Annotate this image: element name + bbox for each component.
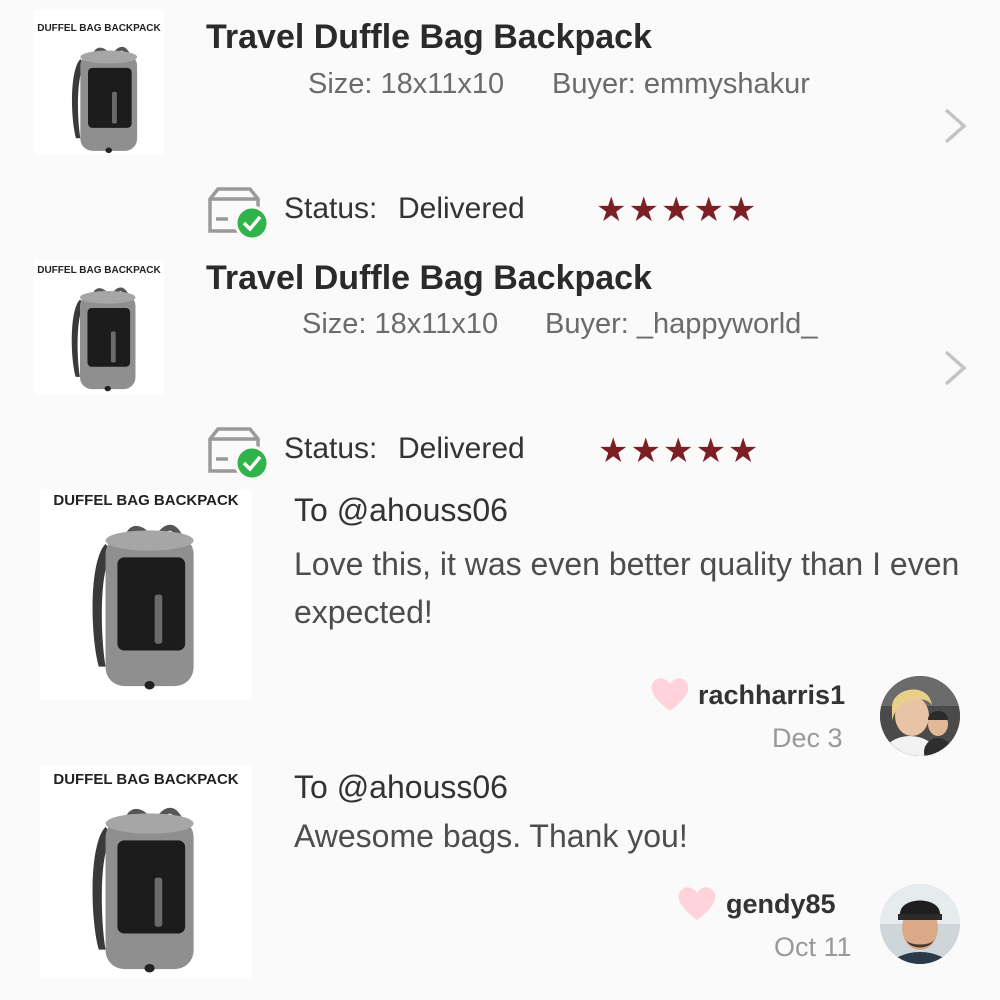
review-product-thumbnail[interactable]: DUFFEL BAG BACKPACK <box>40 490 252 700</box>
delivered-box-icon <box>208 427 270 481</box>
chevron-right-icon[interactable] <box>942 348 968 388</box>
review-message: Awesome bags. Thank you! <box>294 818 688 854</box>
star-rating: ★★★★★ <box>596 191 759 229</box>
review-product-thumbnail[interactable]: DUFFEL BAG BACKPACK <box>40 765 252 978</box>
reviewer-username[interactable]: gendy85 <box>726 889 836 920</box>
reviewer-avatar[interactable] <box>880 884 960 964</box>
chevron-right-icon[interactable] <box>942 106 968 146</box>
star-rating: ★★★★★ <box>598 432 761 470</box>
review-date: Dec 3 <box>772 723 843 753</box>
review-date: Oct 11 <box>774 932 852 962</box>
reviewer-username[interactable]: rachharris1 <box>698 680 845 711</box>
buyer-name: Buyer: _happyworld_ <box>545 308 818 340</box>
status-label: Status: <box>284 192 378 225</box>
heart-icon[interactable] <box>649 675 691 713</box>
backpack-image <box>80 793 220 975</box>
product-size: Size: 18x11x10 <box>302 308 499 340</box>
buyer-name: Buyer: emmyshakur <box>552 68 810 100</box>
status-value: Delivered <box>398 432 525 465</box>
product-title[interactable]: Travel Duffle Bag Backpack <box>206 259 652 298</box>
delivered-box-icon <box>208 187 270 241</box>
review-recipient: To @ahouss06 <box>294 492 508 528</box>
status-label: Status: <box>284 432 378 465</box>
status-value: Delivered <box>398 192 525 225</box>
product-thumbnail[interactable]: DUFFEL BAG BACKPACK <box>34 260 164 395</box>
product-thumbnail[interactable]: DUFFEL BAG BACKPACK <box>34 10 164 155</box>
product-title[interactable]: Travel Duffle Bag Backpack <box>206 18 652 57</box>
backpack-image <box>69 287 138 393</box>
thumbnail-label: DUFFEL BAG BACKPACK <box>37 23 161 34</box>
backpack-image <box>70 46 140 155</box>
backpack-image <box>80 510 220 692</box>
product-size: Size: 18x11x10 <box>308 68 505 100</box>
heart-icon[interactable] <box>676 884 718 922</box>
review-recipient: To @ahouss06 <box>294 769 508 805</box>
thumbnail-label: DUFFEL BAG BACKPACK <box>53 492 239 509</box>
thumbnail-label: DUFFEL BAG BACKPACK <box>53 771 239 788</box>
review-message: Love this, it was even better quality th… <box>294 546 960 630</box>
thumbnail-label: DUFFEL BAG BACKPACK <box>37 265 161 276</box>
reviewer-avatar[interactable] <box>880 676 960 756</box>
